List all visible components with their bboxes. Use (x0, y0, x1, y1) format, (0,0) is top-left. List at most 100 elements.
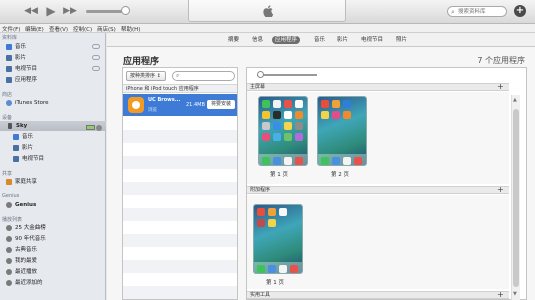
scrollbar-thumb[interactable] (513, 109, 519, 287)
volume-slider[interactable] (86, 10, 126, 13)
sidebar-item-genius[interactable]: Genius (0, 200, 106, 210)
menu-bar: 文件(F) 编辑(E) 查看(V) 控制(C) 商店(S) 帮助(H) (0, 24, 535, 33)
app-kind: 浏览 (148, 108, 157, 113)
empty-row (123, 182, 237, 195)
cloud-icon[interactable] (92, 44, 100, 49)
sidebar-item-playlist[interactable]: 最近播放 (0, 267, 106, 277)
search-icon: ⌕ (176, 72, 180, 79)
genius-icon (6, 202, 12, 208)
sidebar-header-shared: 共享 (2, 171, 13, 177)
cloud-icon[interactable] (92, 66, 100, 71)
eject-icon[interactable] (96, 124, 102, 131)
sidebar-item-playlist[interactable]: 我的最爱 (0, 256, 106, 266)
device-tabs: 摘要 信息 应用程序 音乐 影片 电视节目 照片 (107, 33, 535, 47)
sidebar-item-device-sky[interactable]: Sky (0, 121, 106, 131)
sidebar-item-music[interactable]: 音乐 (0, 42, 106, 52)
sidebar-item-label: 我的最爱 (15, 258, 38, 264)
smart-playlist-icon (6, 258, 12, 264)
section-body: 第 1 页 (247, 195, 509, 289)
page-label: 第 1 页 (266, 280, 284, 286)
sidebar-header-playlists: 播放列表 (2, 217, 23, 223)
app-size: 21.4MB (186, 102, 205, 108)
volume-knob[interactable] (121, 6, 130, 15)
sidebar-header-devices: 设备 (2, 115, 13, 121)
fast-forward-icon[interactable]: ▶▶ (63, 4, 77, 18)
sidebar-item-playlist[interactable]: 25 大金曲榜 (0, 223, 106, 233)
tab-info[interactable]: 信息 (249, 36, 266, 44)
menu-edit[interactable]: 编辑(E) (25, 25, 44, 33)
sidebar-item-playlist[interactable]: 古典音乐 (0, 245, 106, 255)
iphone-icon (8, 123, 12, 129)
tab-tv-shows[interactable]: 电视节目 (358, 36, 386, 44)
play-icon[interactable]: ▶ (44, 4, 58, 18)
home-page-thumbnail[interactable] (258, 96, 308, 166)
sidebar-item-tv-shows[interactable]: 电视节目 (0, 64, 106, 74)
home-screens-panel: 主屏幕 + 第 1 页 第 2 页 附加程序 + 第 1 页 实用工具 + ▲ … (246, 67, 527, 300)
screens-scrollbar[interactable]: ▲ ▼ (511, 95, 520, 300)
sidebar-item-itunes-store[interactable]: iTunes Store (0, 98, 106, 108)
scroll-down-icon[interactable]: ▼ (513, 291, 517, 297)
sidebar-item-label: 最近添加的 (15, 280, 43, 286)
scroll-up-icon[interactable]: ▲ (513, 97, 517, 103)
sidebar-item-device-tv[interactable]: 电视节目 (0, 154, 106, 164)
rewind-icon[interactable]: ◀◀ (24, 4, 38, 18)
movie-icon (13, 145, 19, 151)
menu-store[interactable]: 商店(S) (97, 25, 116, 33)
cloud-icon[interactable] (92, 55, 100, 60)
sidebar-item-label: 最近播放 (15, 269, 38, 275)
home-sharing-icon (6, 179, 12, 185)
sidebar-item-label: Genius (15, 202, 37, 208)
app-list-panel: 按种类排序 ↕ ⌕ iPhone 和 iPod touch 应用程序 UC Br… (122, 67, 238, 300)
sidebar-item-home-sharing[interactable]: 家庭共享 (0, 177, 106, 187)
section-body: 第 1 页 第 2 页 (247, 92, 509, 184)
music-icon (6, 44, 12, 50)
sidebar-item-movies[interactable]: 影片 (0, 53, 106, 63)
search-input[interactable] (458, 7, 506, 16)
sidebar-item-playlist[interactable]: 90 年代音乐 (0, 234, 106, 244)
sidebar-item-playlist[interactable]: 最近添加的 (0, 278, 106, 288)
sort-dropdown[interactable]: 按种类排序 ↕ (126, 71, 166, 81)
sidebar-item-apps[interactable]: 应用程序 (0, 75, 106, 85)
add-page-icon[interactable]: + (497, 186, 504, 194)
zoom-slider[interactable] (257, 74, 317, 76)
movie-icon (6, 55, 12, 61)
add-icon[interactable]: + (514, 5, 526, 17)
menu-controls[interactable]: 控制(C) (73, 25, 92, 33)
app-name: UC Brows... (148, 97, 181, 103)
home-page-thumbnail[interactable] (317, 96, 367, 166)
tab-music[interactable]: 音乐 (311, 36, 328, 44)
add-page-icon[interactable]: + (497, 83, 504, 91)
tab-summary[interactable]: 摘要 (225, 36, 242, 44)
sidebar: 资料库 音乐 影片 电视节目 应用程序 商店 iTunes Store 设备 S… (0, 33, 106, 300)
app-search-field[interactable]: ⌕ (172, 71, 235, 81)
empty-row (123, 260, 237, 273)
uc-browser-icon (128, 97, 144, 113)
page-label: 第 1 页 (270, 172, 288, 178)
sidebar-item-label: 25 大金曲榜 (15, 225, 46, 231)
install-button[interactable]: 将要安装 (207, 100, 235, 109)
library-search[interactable]: ⌕ (447, 6, 507, 17)
menu-help[interactable]: 帮助(H) (121, 25, 140, 33)
zoom-knob[interactable] (257, 71, 264, 78)
section-title: 实用工具 (250, 292, 271, 298)
menu-file[interactable]: 文件(F) (2, 25, 20, 33)
add-page-icon[interactable]: + (497, 291, 504, 299)
sidebar-item-device-movies[interactable]: 影片 (0, 143, 106, 153)
sidebar-header-genius: Genius (2, 193, 20, 199)
menu-view[interactable]: 查看(V) (49, 25, 68, 33)
tab-photos[interactable]: 照片 (393, 36, 410, 44)
extras-page-thumbnail[interactable] (253, 204, 303, 274)
empty-row (123, 234, 237, 247)
tab-movies[interactable]: 影片 (334, 36, 351, 44)
tab-apps[interactable]: 应用程序 (272, 36, 301, 44)
toolbar: ◀◀ ▶ ▶▶ ⌕ + (0, 0, 535, 24)
empty-row (123, 286, 237, 299)
tv-icon (6, 66, 12, 72)
page-title: 应用程序 (123, 57, 160, 67)
app-list-header: iPhone 和 iPod touch 应用程序 (123, 84, 237, 93)
list-item[interactable]: UC Brows... 浏览 21.4MB 将要安装 (123, 94, 237, 116)
sidebar-item-device-music[interactable]: 音乐 (0, 132, 106, 142)
section-title: 附加程序 (250, 187, 271, 193)
sidebar-item-label: Sky (16, 123, 28, 129)
sidebar-item-label: 影片 (15, 55, 27, 61)
